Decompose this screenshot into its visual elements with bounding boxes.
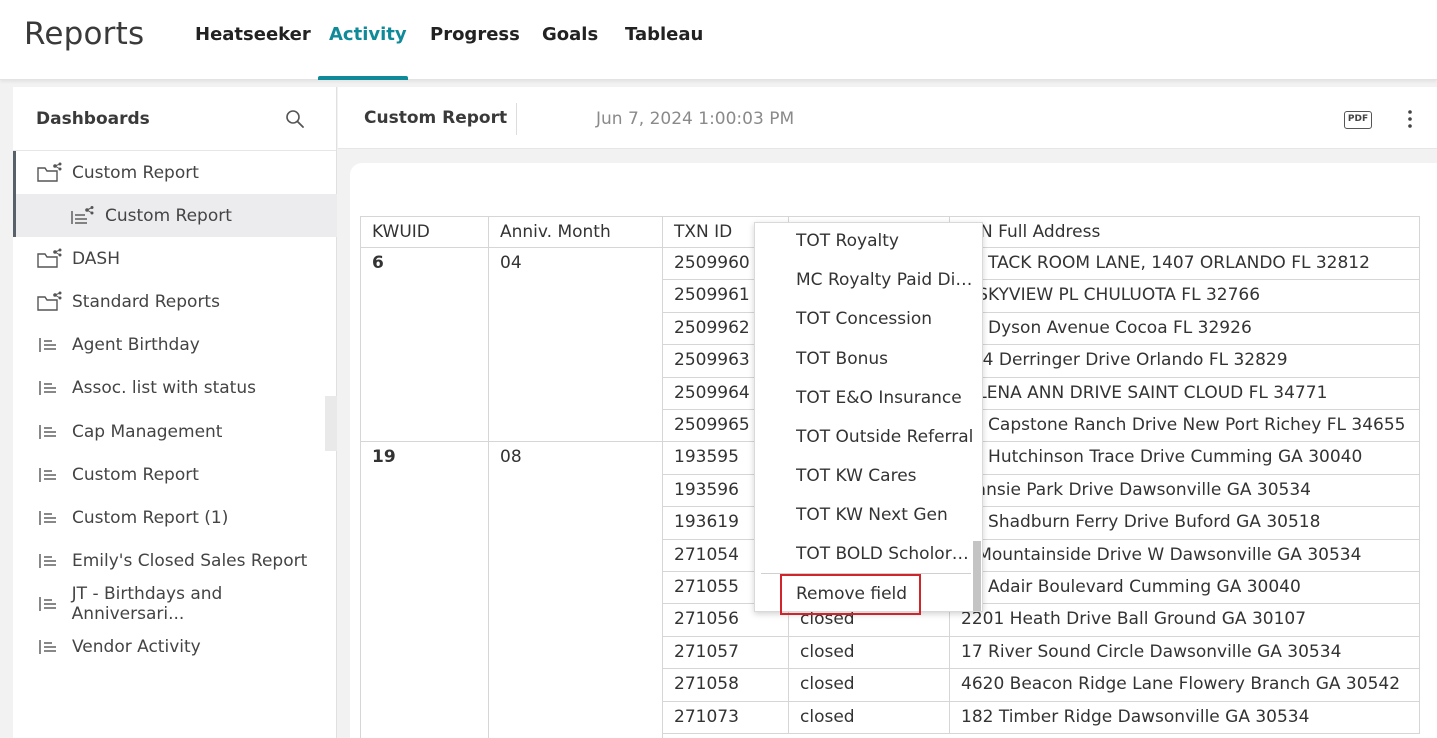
address-cell: 2201 Heath Drive Ball Ground GA 30107 [950,604,1420,637]
address-cell: 2 Mountainside Drive W Dawsonville GA 30… [950,539,1420,572]
sidebar-item-cap-management[interactable]: Cap Management [13,410,337,453]
sidebar-item-label: DASH [72,248,120,269]
sidebar-item-vendor-activity[interactable]: Vendor Activity [13,625,337,668]
menu-item-field-option[interactable]: TOT KW Cares [796,466,974,486]
menu-scrollbar[interactable] [973,541,981,611]
remove-field-menu-item[interactable]: Remove field [796,584,907,604]
sidebar-item-emilys-closed-sales[interactable]: Emily's Closed Sales Report [13,539,337,582]
report-title: Custom Report [364,108,508,128]
tab-tableau[interactable]: Tableau [625,24,703,45]
address-cell: Mansie Park Drive Dawsonville GA 30534 [950,474,1420,508]
sidebar-item-label: Custom Report [105,205,232,226]
list-icon [36,377,62,399]
sidebar-item-custom-report[interactable]: Custom Report [13,453,337,496]
menu-item-field-option[interactable]: TOT Royalty [796,231,974,251]
txn-id-cell: 271058 [663,669,789,702]
list-icon [36,593,62,615]
more-options-icon[interactable] [1400,107,1420,131]
sidebar-header: Dashboards [13,87,336,151]
sidebar-item-custom-report-folder[interactable]: Custom Report [13,151,337,194]
sidebar-item-agent-birthday[interactable]: Agent Birthday [13,323,337,366]
tab-heatseeker[interactable]: Heatseeker [195,24,311,45]
list-icon [36,550,62,572]
address-cell: 29 Dyson Avenue Cocoa FL 32926 [950,312,1420,346]
tab-progress[interactable]: Progress [430,24,520,45]
sidebar-item-label: Vendor Activity [72,636,201,657]
sidebar-item-jt-birthdays[interactable]: JT - Birthdays and Anniversari... [13,582,337,625]
address-cell: 12 TACK ROOM LANE, 1407 ORLANDO FL 32812 [950,248,1420,281]
list-icon [36,507,62,529]
sidebar-item-label: Assoc. list with status [72,377,256,398]
dashboards-sidebar: Dashboards Custom Report Custom Report D… [13,87,337,738]
txn-id-cell: 271073 [663,701,789,734]
address-cell: 934 Derringer Drive Orlando FL 32829 [950,345,1420,378]
address-cell: 1 LENA ANN DRIVE SAINT CLOUD FL 34771 [950,377,1420,410]
sidebar-item-custom-report-1[interactable]: Custom Report (1) [13,496,337,539]
search-icon[interactable] [285,109,305,129]
sidebar-item-label: Custom Report (1) [72,507,229,528]
sidebar-item-custom-report-selected[interactable]: Custom Report [13,194,337,237]
address-cell: 4620 Beacon Ridge Lane Flowery Branch GA… [950,669,1420,702]
app-title: Reports [24,16,145,52]
folder-share-icon [36,248,62,270]
menu-item-field-option[interactable]: MC Royalty Paid Dif... [796,270,974,290]
status-cell: closed [789,701,950,734]
address-cell: 3 SKYVIEW PL CHULUOTA FL 32766 [950,280,1420,313]
menu-item-field-option[interactable]: TOT Concession [796,309,974,329]
column-header-address[interactable]: N Full Address [950,216,1420,248]
sidebar-item-label: Standard Reports [72,291,220,312]
txn-id-cell: 271057 [663,636,789,670]
sidebar-item-label: Agent Birthday [72,334,200,355]
sidebar-item-label: Cap Management [72,421,223,442]
folder-share-icon [36,291,62,313]
report-list-icon [69,205,95,227]
address-cell: 64 Capstone Ranch Drive New Port Richey … [950,410,1420,443]
group-kwuid-cell: 19 [360,442,489,738]
sidebar-item-label: Custom Report [72,464,199,485]
pdf-export-button[interactable]: PDF [1344,111,1372,129]
top-bar: Reports Heatseeker Activity Progress Goa… [0,0,1437,80]
menu-item-field-option[interactable]: TOT BOLD Scholors... [796,544,974,564]
sidebar-title: Dashboards [36,109,150,129]
address-cell: 30 Adair Boulevard Cumming GA 30040 [950,572,1420,605]
active-tab-indicator [318,76,408,80]
group-kwuid-cell: 6 [360,248,489,443]
address-cell: 182 Timber Ridge Dawsonville GA 30534 [950,701,1420,734]
menu-item-field-option[interactable]: TOT Bonus [796,349,974,369]
sidebar-item-label: Custom Report [72,162,199,183]
sidebar-item-label: JT - Birthdays and Anniversari... [71,583,223,624]
list-icon [36,636,62,658]
list-icon [36,334,62,356]
column-header-anniv-month[interactable]: Anniv. Month [489,216,663,248]
tab-goals[interactable]: Goals [542,24,598,45]
sidebar-item-label: Emily's Closed Sales Report [72,550,308,571]
sidebar-collapse-handle[interactable] [325,396,337,451]
sidebar-item-assoc-list[interactable]: Assoc. list with status [13,366,337,409]
menu-item-field-option[interactable]: TOT E&O Insurance [796,388,974,408]
address-cell: 42 Shadburn Ferry Drive Buford GA 30518 [950,507,1420,540]
column-header-kwuid[interactable]: KWUID [360,216,489,248]
group-month-cell: 08 [489,442,663,738]
sidebar-item-standard-reports[interactable]: Standard Reports [13,280,337,323]
column-context-menu: TOT Royalty MC Royalty Paid Dif... TOT Con… [754,222,983,612]
address-cell: 09 Hutchinson Trace Drive Cumming GA 300… [950,442,1420,475]
list-icon [36,421,62,443]
address-cell: 17 River Sound Circle Dawsonville GA 305… [950,636,1420,670]
status-cell: closed [789,636,950,670]
menu-item-field-option[interactable]: TOT KW Next Gen [796,505,974,525]
menu-item-field-option[interactable]: TOT Outside Referral [796,427,974,447]
sidebar-item-dash[interactable]: DASH [13,237,337,280]
header-divider [516,103,517,135]
list-icon [36,464,62,486]
status-cell: closed [789,669,950,702]
report-timestamp: Jun 7, 2024 1:00:03 PM [596,109,795,129]
group-month-cell: 04 [489,248,663,443]
tab-activity[interactable]: Activity [329,24,407,45]
report-header: Custom Report Jun 7, 2024 1:00:03 PM PDF [338,87,1437,149]
folder-share-icon [36,162,62,184]
